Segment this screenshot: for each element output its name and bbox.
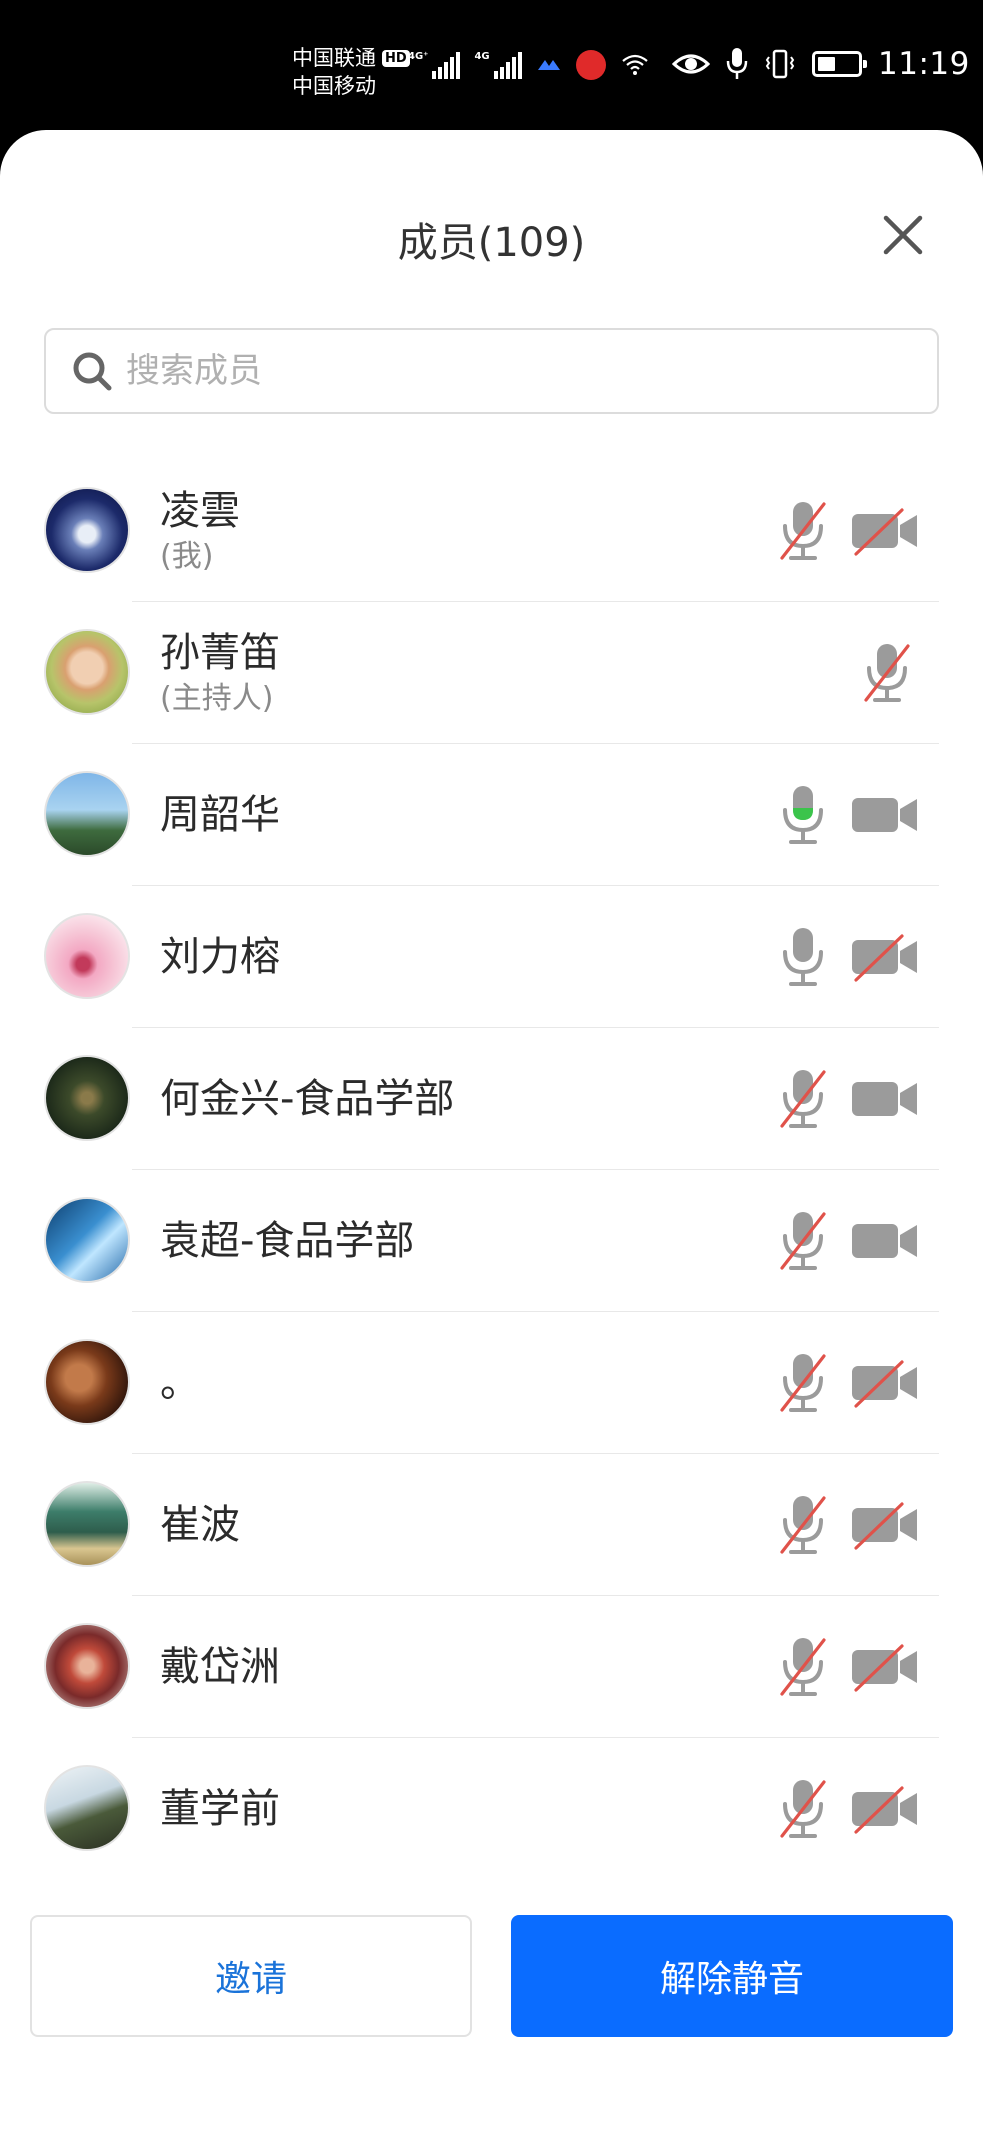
member-name: 袁超-食品学部 — [160, 1218, 415, 1264]
member-row[interactable]: 刘力榕 — [0, 886, 983, 1028]
camera-off-icon — [852, 508, 917, 556]
camera-off-icon — [852, 1502, 917, 1550]
signal-2-icon: 4G — [474, 51, 522, 79]
camera-icon — [852, 798, 917, 832]
member-info: 。 — [160, 1312, 200, 1454]
action-bar: 邀请 解除静音 — [0, 1915, 983, 2039]
avatar — [44, 1481, 130, 1567]
camera-icon — [852, 1082, 917, 1116]
member-name: 周韶华 — [160, 792, 280, 838]
member-name: 孙菁笛 — [160, 630, 280, 676]
avatar — [44, 913, 130, 999]
member-info: 孙菁笛 (主持人) — [160, 602, 280, 744]
member-row[interactable]: 袁超-食品学部 — [0, 1170, 983, 1312]
camera-icon — [852, 1224, 917, 1258]
carrier-1: 中国联通 — [292, 46, 376, 70]
hd-badge: HD — [382, 49, 410, 67]
clock: 11:19 — [878, 46, 970, 82]
mic-icon — [780, 1496, 826, 1554]
camera-off-icon — [852, 1644, 917, 1692]
members-sheet: 成员(109) 凌雲 (我) 孙菁笛 (主持人) 周韶华 — [0, 130, 983, 2129]
member-info: 董学前 — [160, 1738, 280, 1880]
status-right: 11:19 — [672, 46, 970, 82]
network-type-1: 4G⁺ — [408, 51, 429, 62]
avatar — [44, 1339, 130, 1425]
member-info: 袁超-食品学部 — [160, 1170, 414, 1312]
member-name: 凌雲 — [160, 488, 240, 534]
app-notification-icon — [537, 60, 560, 70]
vibrate-icon — [765, 49, 795, 79]
search-icon — [73, 352, 112, 391]
close-icon[interactable] — [880, 212, 926, 258]
mic-status-icon — [726, 48, 748, 79]
camera-off-icon — [852, 1786, 917, 1834]
status-icons: 4G⁺ 4G — [408, 50, 650, 80]
mic-icon — [780, 1070, 826, 1128]
member-name: 何金兴-食品学部 — [160, 1076, 455, 1122]
avatar — [44, 629, 130, 715]
avatar — [44, 1055, 130, 1141]
member-name: 崔波 — [160, 1502, 240, 1548]
mic-icon — [783, 786, 823, 844]
mic-icon — [780, 1780, 826, 1838]
member-row[interactable]: 崔波 — [0, 1454, 983, 1596]
avatar — [44, 487, 130, 573]
network-type-2: 4G — [474, 51, 490, 62]
page-title: 成员(109) — [397, 220, 586, 266]
member-name: 。 — [160, 1360, 200, 1406]
member-info: 刘力榕 — [160, 886, 280, 1028]
member-role: (我) — [160, 539, 214, 574]
member-row[interactable]: 周韶华 — [0, 744, 983, 886]
member-info: 戴岱洲 — [160, 1596, 280, 1738]
app-badge-icon — [575, 50, 606, 80]
mic-icon — [780, 502, 826, 560]
invite-button[interactable]: 邀请 — [30, 1915, 472, 2037]
member-list: 凌雲 (我) 孙菁笛 (主持人) 周韶华 刘力榕 何金兴-食品学部 袁超-食品学… — [0, 460, 983, 1880]
member-role: (主持人) — [160, 681, 274, 716]
member-name: 刘力榕 — [160, 934, 280, 980]
avatar — [44, 1623, 130, 1709]
battery-level — [818, 57, 836, 71]
member-row[interactable]: 董学前 — [0, 1738, 983, 1880]
member-name: 戴岱洲 — [160, 1644, 280, 1690]
mic-icon — [780, 1212, 826, 1270]
carrier-info: 中国联通 HD 中国移动 — [292, 44, 410, 100]
eye-icon — [672, 54, 710, 74]
search-box[interactable] — [44, 328, 939, 414]
member-name: 董学前 — [160, 1786, 280, 1832]
member-row[interactable]: 凌雲 (我) — [0, 460, 983, 602]
mic-icon — [780, 1638, 826, 1696]
member-row[interactable]: 戴岱洲 — [0, 1596, 983, 1738]
search-input[interactable] — [126, 351, 937, 391]
member-row[interactable]: 何金兴-食品学部 — [0, 1028, 983, 1170]
member-info: 崔波 — [160, 1454, 240, 1596]
avatar — [44, 1765, 130, 1851]
member-row[interactable]: 。 — [0, 1312, 983, 1454]
wifi-icon — [621, 54, 648, 75]
avatar — [44, 771, 130, 857]
signal-1-icon: 4G⁺ — [408, 51, 461, 79]
camera-off-icon — [852, 1360, 917, 1408]
member-info: 何金兴-食品学部 — [160, 1028, 454, 1170]
avatar — [44, 1197, 130, 1283]
mic-icon — [780, 1354, 826, 1412]
member-info: 周韶华 — [160, 744, 280, 886]
camera-off-icon — [852, 934, 917, 982]
mic-icon — [864, 644, 910, 702]
member-row[interactable]: 孙菁笛 (主持人) — [0, 602, 983, 744]
carrier-2: 中国移动 — [292, 74, 376, 98]
member-info: 凌雲 (我) — [160, 460, 240, 602]
battery-icon — [812, 51, 867, 77]
mic-icon — [783, 928, 823, 986]
unmute-button[interactable]: 解除静音 — [511, 1915, 953, 2037]
status-bar: 中国联通 HD 中国移动 4G⁺ 4G 11:19 — [0, 0, 983, 130]
